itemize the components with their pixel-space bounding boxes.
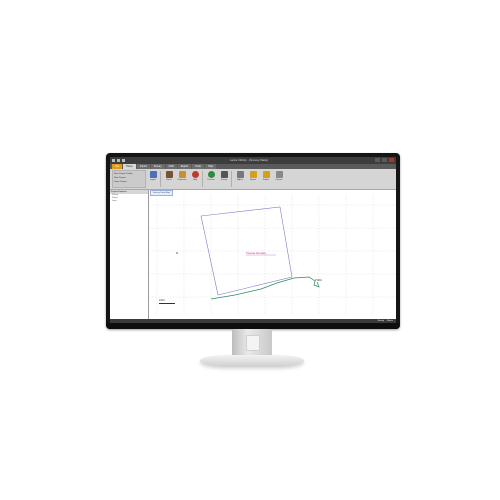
point-label: P1001 [315,279,323,282]
work-area: Project Explorer Survey Points Lines Sur… [110,190,396,319]
points-button[interactable]: Points [163,170,175,188]
ribbon-separator [202,171,203,187]
ribbon: New Project Folder New Project Open Proj… [110,169,396,190]
process-icon [207,171,215,178]
monitor-frame: Leica Infinity - [Survey Data] File Home… [106,153,400,329]
window-controls [375,158,394,162]
title-bar: Leica Infinity - [Survey Data] [110,157,396,164]
map-annotation: Traverse boundary [246,252,267,255]
import-button[interactable]: Import [147,170,159,188]
adjust-icon [236,171,244,178]
adjust-label: Adjust [237,179,243,181]
process-label: Process [207,179,215,181]
minimize-button[interactable] [375,158,380,162]
screen: Leica Infinity - [Survey Data] File Home… [110,157,396,323]
window-title: Leica Infinity - [Survey Data] [230,158,268,162]
cable-hole [246,335,260,351]
survey-button[interactable]: Survey [218,170,230,188]
help-icon [191,171,199,178]
scale-label: 100m [159,299,165,302]
export-button[interactable]: Export [260,170,272,188]
monitor-stand-base [200,355,304,367]
survey-label: Survey [220,179,228,181]
document-area: Survey Data Map Traverse boundary P1001 … [149,190,396,319]
export-label: Export [263,179,269,181]
report-label: Report [249,179,256,181]
quick-access-icon[interactable] [112,159,115,162]
close-button[interactable] [389,158,394,162]
options-icon [275,171,283,178]
options-label: Options [275,179,283,181]
project-explorer: Project Explorer Survey Points Lines [110,190,149,319]
survey-point-marker [176,252,178,254]
status-coords: Ready [377,320,385,322]
report-icon [249,171,257,178]
help-label: Help [192,179,198,181]
explorer-item[interactable]: Lines [110,200,148,203]
export-icon [262,171,270,178]
points-icon [165,171,173,178]
properties-label: Properties [177,179,187,181]
help-button[interactable]: Help [189,170,201,188]
scale-bar: 100m [159,299,175,304]
properties-icon [178,171,186,178]
ribbon-separator [231,171,232,187]
properties-button[interactable]: Properties [176,170,188,188]
points-label: Points [166,179,172,181]
project-panel: New Project Folder New Project Open Proj… [112,170,146,188]
status-units: Metric [387,320,393,322]
process-button[interactable]: Process [205,170,217,188]
import-label: Import [150,179,156,181]
survey-icon [220,171,228,178]
map-canvas[interactable]: Traverse boundary P1001 100m [149,195,396,319]
maximize-button[interactable] [382,158,387,162]
options-button[interactable]: Options [273,170,285,188]
import-icon [149,171,157,178]
adjust-button[interactable]: Adjust [234,170,246,188]
open-project-item[interactable]: Open Project [114,180,144,184]
ribbon-separator [160,171,161,187]
save-icon[interactable] [117,159,120,162]
report-button[interactable]: Report [247,170,259,188]
undo-icon[interactable] [122,159,125,162]
